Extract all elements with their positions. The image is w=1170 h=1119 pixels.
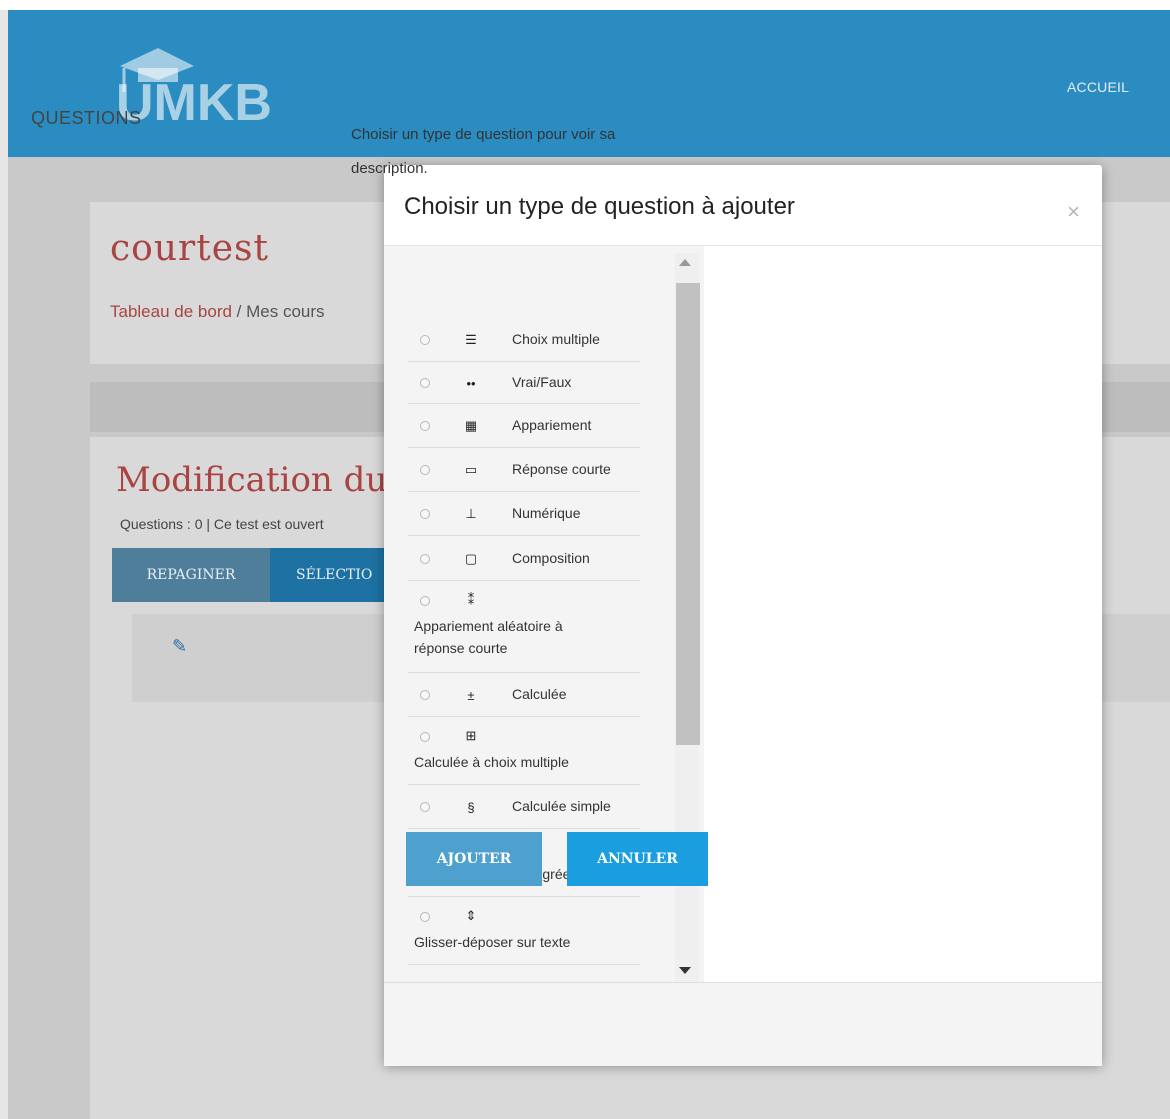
question-option-row[interactable]: ± Calculée — [408, 673, 640, 717]
option-label: Glisser-déposer sur texte — [414, 934, 571, 950]
breadcrumb-home-link[interactable]: Tableau de bord — [110, 302, 232, 321]
calculated-icon: ± — [467, 687, 475, 703]
option-label: Calculée à choix multiple — [414, 754, 569, 770]
dialog-title: Choisir un type de question à ajouter — [404, 193, 795, 220]
scrollbar-thumb[interactable] — [676, 283, 700, 745]
truefalse-icon: •• — [466, 375, 476, 391]
option-radio[interactable] — [420, 802, 430, 812]
scroll-up-arrow-icon[interactable] — [679, 259, 691, 266]
option-label: Appariement — [512, 417, 592, 433]
option-label: Choix multiple — [512, 331, 600, 347]
match-icon: ▦ — [464, 418, 478, 433]
question-option-row[interactable]: ⁑ Appariement aléatoire à réponse courte — [408, 581, 640, 673]
question-option-row[interactable]: ⊞ Calculée à choix multiple — [408, 717, 640, 785]
option-radio[interactable] — [420, 465, 430, 475]
question-option-row[interactable]: ▭ Réponse courte — [408, 448, 640, 492]
shortanswer-icon: ▭ — [464, 462, 478, 477]
description-text: Choisir un type de question pour voir sa… — [351, 126, 616, 177]
option-label: Vrai/Faux — [512, 374, 572, 390]
question-option-row[interactable]: ⇕ Glisser-déposer sur texte — [408, 897, 640, 965]
nav-home-link[interactable]: ACCUEIL — [1067, 79, 1129, 95]
option-radio[interactable] — [420, 732, 430, 742]
option-radio[interactable] — [420, 335, 430, 345]
option-label: Composition — [512, 550, 590, 566]
question-option-row[interactable]: § Calculée simple — [408, 785, 640, 829]
calculatedsimple-icon: § — [467, 799, 475, 815]
ddwtos-icon: ⇕ — [465, 908, 477, 923]
multichoice-icon: ☰ — [465, 332, 477, 347]
course-title: courtest — [110, 228, 269, 269]
option-label: Calculée simple — [512, 798, 611, 814]
question-option-row[interactable]: •• Vrai/Faux — [408, 362, 640, 404]
option-label: Calculée — [512, 686, 567, 702]
quiz-info: Questions : 0 | Ce test est ouvert — [120, 516, 324, 532]
option-radio[interactable] — [420, 378, 430, 388]
randomsamatch-icon: ⁑ — [467, 592, 475, 607]
option-label: Numérique — [512, 505, 581, 521]
dialog-footer — [384, 982, 1102, 1066]
select-button[interactable]: SÉLECTIO — [270, 548, 390, 602]
option-radio[interactable] — [420, 596, 430, 606]
add-button[interactable]: AJOUTER — [406, 832, 542, 886]
option-radio[interactable] — [420, 912, 430, 922]
option-label: Appariement aléatoire à réponse courte — [414, 618, 563, 656]
cancel-button[interactable]: ANNULER — [567, 832, 708, 886]
option-radio[interactable] — [420, 554, 430, 564]
question-option-row[interactable]: ▢ Composition — [408, 536, 640, 581]
quiz-edit-title: Modification du — [116, 460, 388, 500]
numerical-icon: ⊥ — [465, 506, 477, 521]
close-icon[interactable]: × — [1067, 199, 1080, 225]
option-radio[interactable] — [420, 690, 430, 700]
breadcrumb-separator: / — [236, 302, 242, 321]
breadcrumb: Tableau de bord / Mes cours — [110, 302, 325, 322]
breadcrumb-current[interactable]: Mes cours — [246, 302, 324, 321]
question-option-row[interactable]: ⊥ Numérique — [408, 492, 640, 536]
question-option-row[interactable]: ▦ Appariement — [408, 404, 640, 448]
option-radio[interactable] — [420, 421, 430, 431]
repaginate-button[interactable]: REPAGINER — [112, 548, 270, 602]
option-label: Réponse courte — [512, 461, 611, 477]
description-pane — [704, 246, 1102, 982]
scroll-down-arrow-icon[interactable] — [679, 967, 691, 974]
option-radio[interactable] — [420, 509, 430, 519]
top-strip — [0, 0, 1170, 10]
calculatedmulti-icon: ⊞ — [465, 728, 477, 743]
question-option-row[interactable]: ☰ Choix multiple — [408, 318, 640, 362]
pencil-icon[interactable]: ✎ — [172, 636, 187, 657]
options-heading: QUESTIONS — [31, 108, 142, 128]
essay-icon: ▢ — [464, 551, 478, 566]
